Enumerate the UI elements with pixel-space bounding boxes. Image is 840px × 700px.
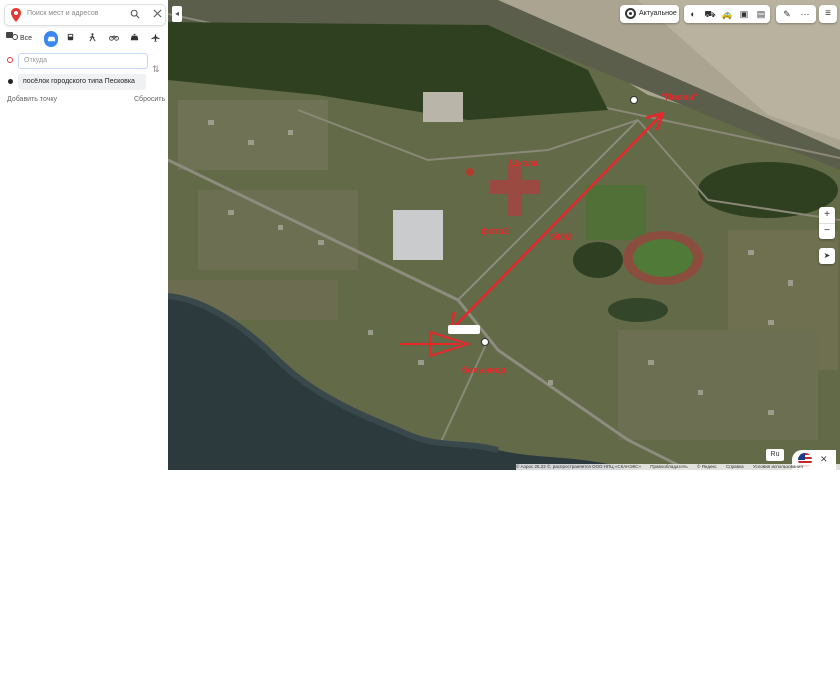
photo-layer-icon[interactable]: ▤ [755, 8, 767, 20]
rights-holder-link[interactable]: Правообладатель [650, 464, 687, 469]
zoom-in-button[interactable]: + [819, 207, 835, 224]
origin-input[interactable]: Откуда [24, 57, 47, 64]
menu-icon[interactable]: ≡ [819, 5, 837, 23]
language-button[interactable]: Ru [766, 449, 784, 461]
copyright-text: © Аэрос 25.22 ©, распространяется ООО НП… [516, 464, 642, 469]
map-layer-tools: ◐ ⛟ 🚕 ▣ ▤ [684, 5, 770, 23]
mode-bike-tab[interactable] [109, 31, 119, 47]
search-icon[interactable] [129, 9, 141, 21]
destination-field[interactable]: посёлок городского типа Песковка [18, 74, 146, 90]
yandex-copyright: © Яндекс [697, 464, 717, 469]
help-link[interactable]: Справка [726, 464, 744, 469]
mode-all-label: Все [20, 35, 33, 42]
all-modes-icon [6, 32, 18, 40]
swap-icon[interactable]: ⇅ [152, 64, 160, 75]
terms-link[interactable]: Условия использования [753, 464, 803, 469]
bike-icon [109, 35, 119, 41]
zoom-control: + − [819, 207, 835, 239]
locate-icon[interactable]: ➤ [819, 248, 835, 264]
origin-field[interactable]: Откуда [18, 53, 148, 69]
mode-transit-tab[interactable] [66, 31, 75, 47]
mode-walk-tab[interactable] [88, 31, 97, 47]
collapse-panel-button[interactable]: ◂ [172, 6, 182, 22]
mode-plane-tab[interactable] [151, 31, 160, 47]
layer-switcher-button[interactable]: Актуальное [620, 5, 679, 23]
map-pin-icon [11, 8, 21, 22]
taxi-layer-icon[interactable]: 🚕 [721, 8, 733, 20]
satellite-map[interactable]: "Пиони" Школа фото2 580М больница ◂ Акту… [168, 0, 840, 470]
add-point-link[interactable]: Добавить точку [7, 96, 57, 103]
traffic-icon[interactable]: ⛟ [704, 8, 716, 20]
ruler-icon[interactable]: ✎ [781, 8, 793, 20]
ruler-group: ✎ ⋯ [776, 5, 816, 23]
route-panel: Поиск мест и адресов Все Откуда ⇅ посёло… [0, 0, 169, 470]
mode-all-tab[interactable]: Все [6, 31, 34, 47]
annotation-photo: фото2 [481, 226, 509, 236]
annotation-hospital: больница [462, 365, 506, 375]
transit-layer-icon[interactable]: ▣ [738, 8, 750, 20]
annotation-station: "Пиони" [661, 92, 699, 102]
annotation-school: Школа [509, 158, 539, 168]
layer-label: Актуальное [639, 10, 677, 17]
plane-icon [151, 33, 160, 42]
route-mode-tabs: Все [6, 31, 164, 47]
reset-link[interactable]: Сбросить [134, 96, 165, 103]
panorama-icon[interactable]: ◐ [687, 8, 699, 20]
annotation-distance: 580М [550, 232, 573, 242]
layers-icon [625, 8, 636, 19]
mode-taxi-tab[interactable] [130, 31, 139, 47]
destination-marker-icon [8, 79, 13, 84]
copyright-bar: © Аэрос 25.22 ©, распространяется ООО НП… [516, 464, 840, 470]
bus-icon [67, 33, 74, 41]
search-box[interactable]: Поиск мест и адресов [4, 4, 166, 26]
walk-icon [89, 33, 96, 42]
car-icon [47, 36, 55, 42]
close-icon[interactable] [151, 9, 163, 21]
zoom-out-button[interactable]: − [819, 223, 835, 239]
mode-car-tab[interactable] [44, 31, 58, 47]
taxi-icon [130, 33, 139, 41]
more-icon[interactable]: ⋯ [799, 8, 811, 20]
destination-input[interactable]: посёлок городского типа Песковка [23, 78, 135, 85]
origin-marker-icon [7, 57, 13, 63]
search-input[interactable]: Поиск мест и адресов [27, 10, 99, 17]
